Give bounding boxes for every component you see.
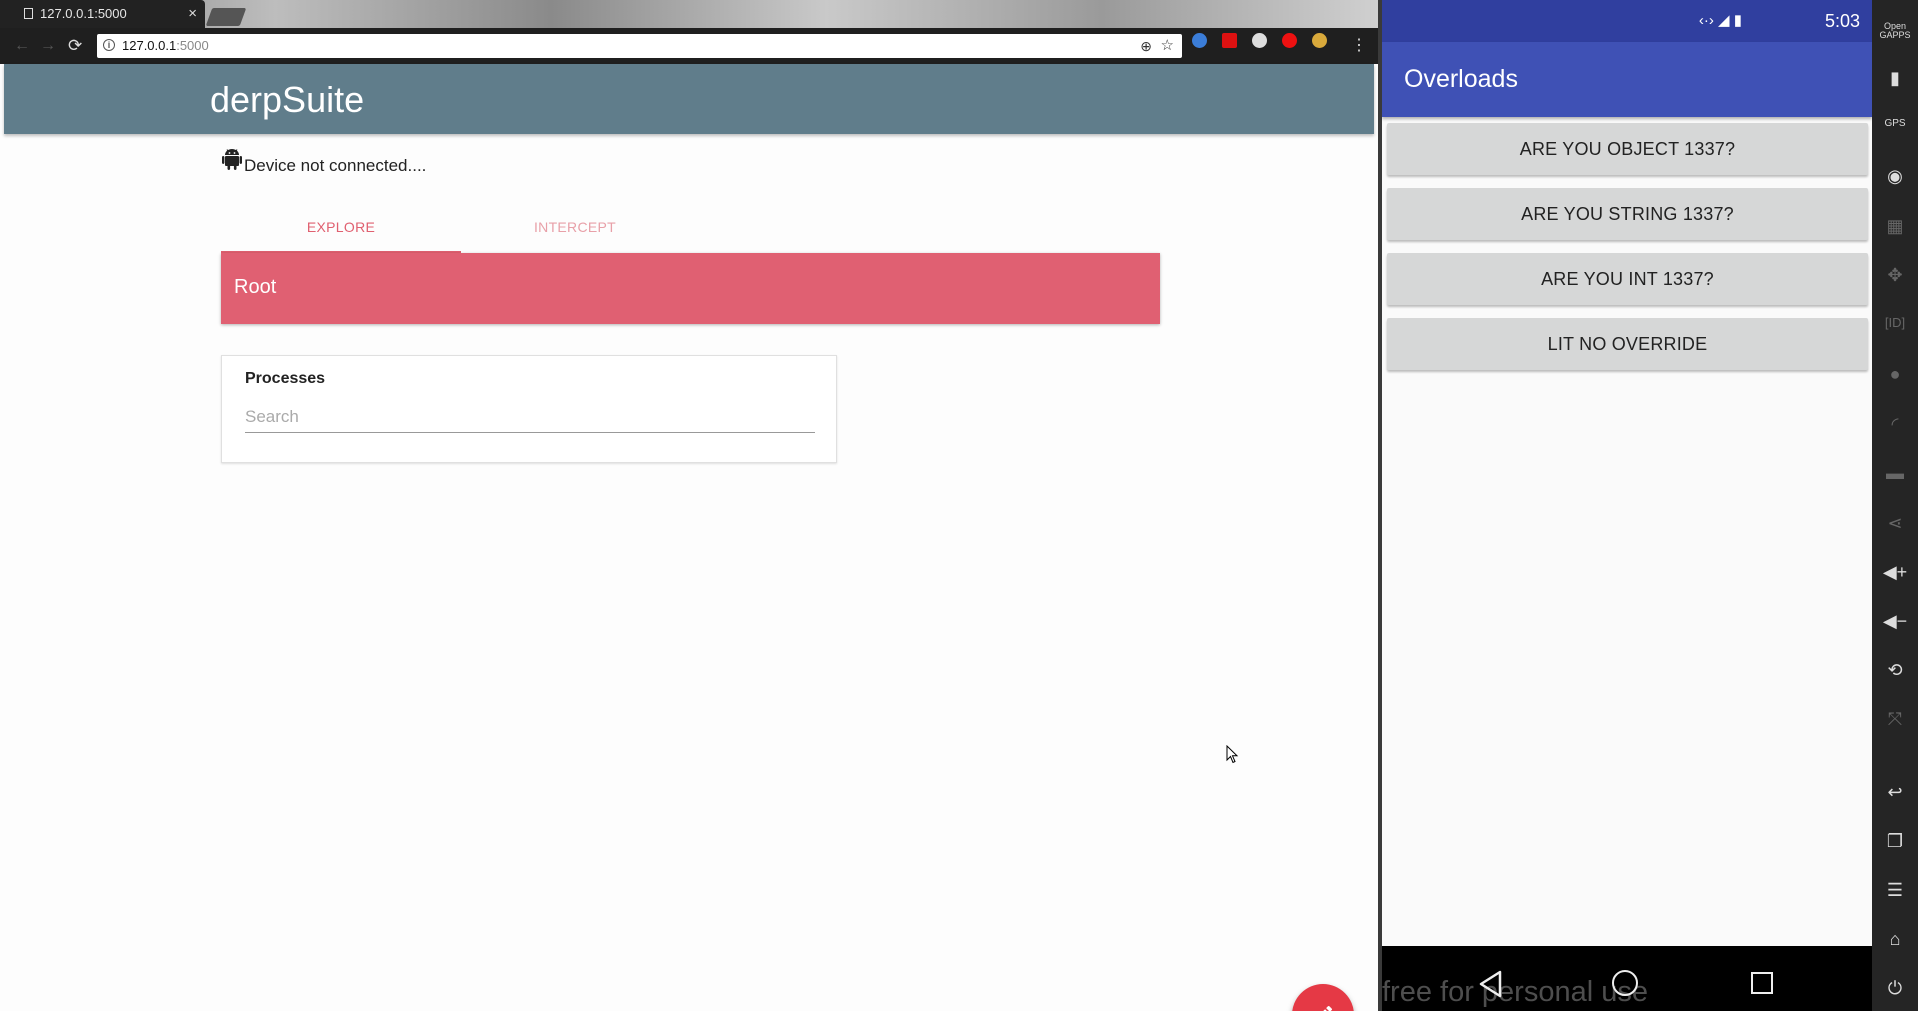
resize-icon[interactable]: ⤧ — [1872, 709, 1918, 730]
back-icon[interactable]: ↩ — [1872, 782, 1918, 803]
emulator-side-toolbar: Open GAPPS ▮ GPS ◉ ▦ ✥ [ID] ● ◜ ▬ ⋖ ◀+ ◀−… — [1872, 0, 1918, 1011]
battery-icon[interactable]: ▮ — [1872, 68, 1918, 89]
tab-bar: EXPLORE INTERCEPT — [221, 207, 1161, 253]
extension-icon[interactable] — [1312, 33, 1327, 48]
object-1337-button[interactable]: ARE YOU OBJECT 1337? — [1387, 123, 1868, 175]
rotate-icon[interactable]: ⟲ — [1872, 660, 1918, 681]
android-nav-bar: free for personal use — [1382, 946, 1872, 1011]
gps-icon[interactable]: GPS — [1872, 118, 1918, 129]
new-tab-button[interactable] — [205, 8, 247, 26]
tab-intercept[interactable]: INTERCEPT — [455, 207, 695, 253]
open-gapps-icon[interactable]: Open GAPPS — [1872, 22, 1918, 40]
android-home-icon[interactable] — [1612, 970, 1638, 996]
extension-icon[interactable] — [1192, 33, 1207, 48]
status-time: 5:03 — [1824, 11, 1860, 31]
tab-title: 127.0.0.1:5000 — [40, 6, 127, 21]
extension-icon[interactable] — [1282, 33, 1297, 48]
browser-toolbar: ← → ⟳ i 127.0.0.1:5000 ⊕ ☆ — [0, 28, 1378, 64]
processes-title: Processes — [245, 370, 326, 387]
android-icon — [222, 149, 242, 170]
web-page: derpSuite Device not connected.... EXPLO… — [4, 64, 1374, 1011]
android-back-icon[interactable] — [1478, 970, 1504, 998]
video-icon[interactable]: ▦ — [1872, 216, 1918, 237]
back-icon[interactable]: ← — [14, 28, 30, 64]
id-icon[interactable]: [ID] — [1872, 315, 1918, 330]
share-icon[interactable]: ⋖ — [1872, 513, 1918, 534]
mouse-cursor-icon — [1226, 745, 1239, 764]
browser-window: 127.0.0.1:5000 × ← → ⟳ i 127.0.0.1:5000 … — [0, 0, 1378, 1011]
recents-icon[interactable]: ❐ — [1872, 831, 1918, 852]
page-icon — [24, 8, 33, 19]
process-search-input[interactable] — [245, 402, 815, 433]
url-text: 127.0.0.1:5000 — [122, 38, 209, 53]
string-1337-button[interactable]: ARE YOU STRING 1337? — [1387, 188, 1868, 240]
edit-fab-button[interactable] — [1292, 984, 1354, 1011]
bookmark-star-icon[interactable]: ☆ — [1161, 34, 1174, 58]
address-bar[interactable]: i 127.0.0.1:5000 ⊕ ☆ — [97, 34, 1182, 58]
tab-close-icon[interactable]: × — [188, 0, 197, 28]
browser-tab[interactable]: 127.0.0.1:5000 × — [0, 0, 205, 28]
app-bar: derpSuite — [4, 64, 1374, 134]
android-status-bar: ‹·› ◢ ▮ 5:03 — [1382, 0, 1872, 42]
brand-title: derpSuite — [210, 79, 365, 120]
reload-icon[interactable]: ⟳ — [68, 28, 82, 64]
device-status-text: Device not connected.... — [244, 156, 427, 175]
root-label: Root — [234, 276, 277, 298]
volume-down-icon[interactable]: ◀− — [1872, 611, 1918, 632]
fingerprint-icon[interactable]: ● — [1872, 364, 1918, 385]
rss-icon[interactable]: ◜ — [1872, 414, 1918, 435]
watermark-text: free for personal use — [1382, 976, 1648, 1008]
processes-card: Processes — [221, 355, 837, 463]
menu-icon[interactable]: ☰ — [1872, 880, 1918, 901]
message-icon[interactable]: ▬ — [1872, 463, 1918, 484]
move-icon[interactable]: ✥ — [1872, 265, 1918, 286]
app-title: Overloads — [1404, 65, 1518, 93]
status-icons: ‹·› ◢ ▮ — [1698, 12, 1742, 29]
power-icon[interactable]: ⏻ — [1872, 978, 1918, 999]
forward-icon[interactable]: → — [40, 28, 56, 64]
home-icon[interactable]: ⌂ — [1872, 929, 1918, 950]
android-recents-icon[interactable] — [1751, 972, 1773, 994]
tab-explore[interactable]: EXPLORE — [221, 207, 461, 253]
android-action-bar: Overloads — [1382, 42, 1872, 117]
extension-icon[interactable] — [1252, 33, 1267, 48]
camera-icon[interactable]: ◉ — [1872, 166, 1918, 187]
root-breadcrumb[interactable]: Root — [221, 253, 1160, 324]
zoom-icon[interactable]: ⊕ — [1140, 34, 1152, 58]
lit-no-override-button[interactable]: LIT NO OVERRIDE — [1387, 318, 1868, 370]
info-icon[interactable]: i — [103, 39, 115, 51]
pencil-icon — [1323, 1005, 1333, 1011]
volume-up-icon[interactable]: ◀+ — [1872, 562, 1918, 583]
android-emulator-screen: ‹·› ◢ ▮ 5:03 Overloads ARE YOU OBJECT 13… — [1382, 0, 1872, 1011]
int-1337-button[interactable]: ARE YOU INT 1337? — [1387, 253, 1868, 305]
extension-icon[interactable] — [1222, 33, 1237, 48]
browser-menu-icon[interactable]: ⋮ — [1351, 28, 1367, 64]
